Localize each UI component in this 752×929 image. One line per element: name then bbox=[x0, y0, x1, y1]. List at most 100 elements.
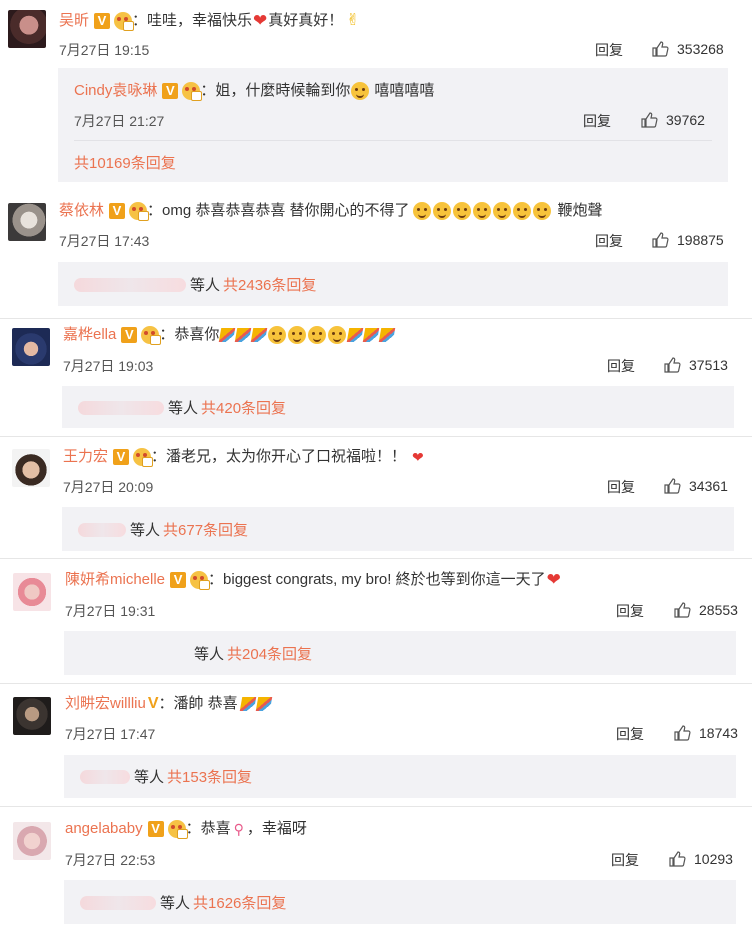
like-button[interactable]: 39762 bbox=[640, 111, 705, 129]
avatar[interactable] bbox=[13, 573, 51, 611]
blurred-username bbox=[80, 895, 156, 910]
fan-badge-icon bbox=[141, 326, 162, 345]
username[interactable]: 王力宏 bbox=[63, 447, 108, 467]
bow-icon: ⚲ bbox=[233, 821, 244, 837]
kiss-emoji-icon bbox=[412, 202, 431, 220]
like-count: 18743 bbox=[699, 725, 738, 741]
view-replies-link[interactable]: 共153条回复 bbox=[167, 766, 252, 787]
grin-emoji-icon bbox=[532, 202, 551, 220]
blurred-username bbox=[78, 400, 164, 415]
comment-text: ：潘老兄，太为你开心了口祝福啦！！ bbox=[151, 448, 407, 465]
like-button[interactable]: 18743 bbox=[673, 724, 738, 742]
kiss-emoji-icon bbox=[472, 202, 491, 220]
verified-v-icon bbox=[162, 83, 179, 99]
reply-box: 等人 共153条回复 bbox=[64, 755, 736, 798]
thumbs-up-icon bbox=[652, 41, 669, 57]
timestamp: 7月27日 19:31 bbox=[65, 603, 156, 619]
comment-text: ：哇哇，幸福快乐 bbox=[132, 12, 253, 29]
view-replies-link[interactable]: 共677条回复 bbox=[163, 519, 248, 540]
reply-button[interactable]: 回复 bbox=[611, 850, 639, 870]
kiss-emoji-icon bbox=[452, 202, 471, 220]
thumbs-up-icon bbox=[652, 232, 669, 248]
timestamp: 7月27日 22:53 bbox=[65, 852, 156, 868]
party-popper-icon bbox=[251, 328, 268, 342]
reply-button[interactable]: 回复 bbox=[595, 231, 623, 251]
thumbs-up-icon bbox=[664, 357, 681, 373]
view-replies-link[interactable]: 共2436条回复 bbox=[223, 274, 316, 295]
like-button[interactable]: 34361 bbox=[663, 477, 728, 495]
like-count: 37513 bbox=[689, 357, 728, 373]
thumbs-up-icon bbox=[664, 478, 681, 494]
view-replies-link[interactable]: 共420条回复 bbox=[201, 397, 286, 418]
clap-icon: ✌ bbox=[346, 12, 360, 29]
others-label: 等人 bbox=[134, 769, 165, 786]
blurred-username bbox=[80, 646, 190, 661]
avatar[interactable] bbox=[12, 449, 50, 487]
timestamp: 7月27日 17:43 bbox=[59, 233, 150, 249]
like-count: 10293 bbox=[694, 851, 733, 867]
others-label: 等人 bbox=[194, 646, 225, 663]
fan-badge-icon bbox=[190, 571, 211, 590]
party-popper-icon bbox=[235, 328, 252, 342]
reply-box: 等人 共204条回复 bbox=[64, 631, 736, 675]
reply-text-end: 嘻嘻嘻嘻 bbox=[374, 82, 435, 99]
comment-text-end: 真好真好！ bbox=[268, 12, 344, 29]
reply-box: 等人 共1626条回复 bbox=[64, 880, 736, 924]
avatar[interactable] bbox=[13, 822, 51, 860]
timestamp: 7月27日 19:15 bbox=[59, 42, 150, 58]
emoji-group bbox=[412, 202, 552, 220]
username[interactable]: 刘畊宏willliu bbox=[65, 694, 146, 714]
divider bbox=[74, 140, 712, 141]
wink-emoji-icon bbox=[351, 82, 370, 100]
reply-username[interactable]: Cindy袁咏琳 bbox=[74, 81, 157, 101]
comment-text: ：恭喜 bbox=[185, 820, 231, 837]
like-button[interactable]: 10293 bbox=[668, 850, 733, 868]
verified-v-icon bbox=[109, 203, 126, 219]
divider bbox=[0, 558, 752, 559]
username[interactable]: 蔡依林 bbox=[59, 201, 104, 221]
avatar[interactable] bbox=[8, 203, 46, 241]
view-replies-link[interactable]: 共204条回复 bbox=[227, 643, 312, 664]
view-replies-link[interactable]: 共10169条回复 bbox=[74, 152, 176, 173]
blurred-username bbox=[74, 277, 186, 292]
reply-button[interactable]: 回复 bbox=[607, 356, 635, 376]
like-count: 39762 bbox=[666, 112, 705, 128]
username[interactable]: 吴昕 bbox=[59, 11, 89, 31]
others-label: 等人 bbox=[160, 895, 191, 912]
verified-v-icon bbox=[170, 572, 187, 588]
comment-text: ：恭喜你 bbox=[159, 326, 220, 343]
view-replies-link[interactable]: 共1626条回复 bbox=[193, 892, 286, 913]
comment-text-end: 鞭炮聲 bbox=[557, 202, 603, 219]
reply-box: 等人 共677条回复 bbox=[62, 507, 734, 551]
like-button[interactable]: 37513 bbox=[663, 356, 728, 374]
heart-eyes-emoji-icon bbox=[268, 326, 287, 344]
reply-button[interactable]: 回复 bbox=[607, 477, 635, 497]
username[interactable]: 嘉桦ella bbox=[63, 325, 116, 345]
reply-button[interactable]: 回复 bbox=[616, 601, 644, 621]
avatar[interactable] bbox=[12, 328, 50, 366]
username[interactable]: 陳妍希michelle bbox=[65, 570, 165, 590]
reply-button[interactable]: 回复 bbox=[616, 724, 644, 744]
reply-button[interactable]: 回复 bbox=[583, 111, 611, 131]
thumbs-up-icon bbox=[674, 725, 691, 741]
thumbs-up-icon bbox=[669, 851, 686, 867]
username[interactable]: angelababy bbox=[65, 819, 143, 839]
verified-v-icon: V bbox=[147, 695, 159, 712]
like-button[interactable]: 28553 bbox=[673, 601, 738, 619]
reply-button[interactable]: 回复 bbox=[595, 40, 623, 60]
others-label: 等人 bbox=[190, 277, 221, 294]
fan-badge-icon bbox=[129, 202, 150, 221]
reply-box: Cindy袁咏琳 ：姐，什麼時候輪到你 嘻嘻嘻嘻 7月27日 21:27 回复 … bbox=[58, 68, 728, 182]
like-count: 34361 bbox=[689, 478, 728, 494]
party-popper-icon bbox=[379, 328, 396, 342]
avatar[interactable] bbox=[13, 697, 51, 735]
like-button[interactable]: 198875 bbox=[651, 231, 724, 249]
reply-text: ：姐，什麼時候輪到你 bbox=[200, 82, 351, 99]
like-count: 28553 bbox=[699, 602, 738, 618]
reply-box: 等人 共2436条回复 bbox=[58, 262, 728, 306]
like-button[interactable]: 353268 bbox=[651, 40, 724, 58]
fan-badge-icon bbox=[167, 820, 188, 839]
timestamp: 7月27日 19:03 bbox=[63, 358, 154, 374]
divider bbox=[0, 436, 752, 437]
avatar[interactable] bbox=[8, 10, 46, 48]
